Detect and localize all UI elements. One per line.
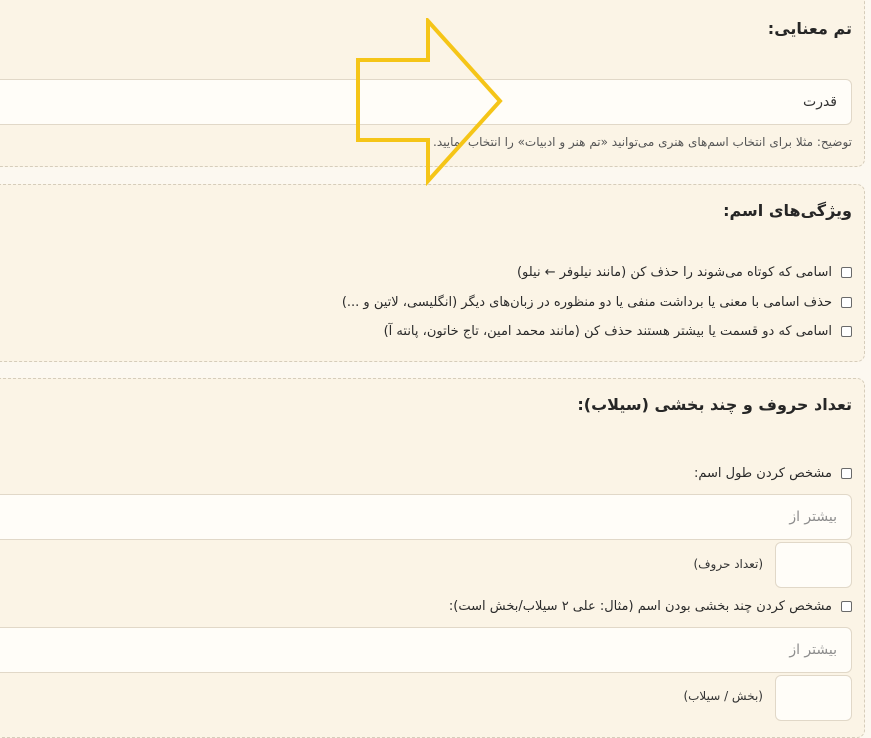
theme-title: تم معنایی: (767, 19, 852, 38)
syllable-more-than-input[interactable] (0, 627, 852, 673)
syllable-unit-label: (بخش / سیلاب) (683, 689, 763, 703)
syllable-option[interactable]: مشخص کردن چند بخشی بودن اسم (مثال: علی ۲… (449, 599, 852, 614)
features-title: ویژگی‌های اسم: (723, 201, 852, 220)
length-checkbox[interactable] (841, 468, 852, 479)
features-card: ویژگی‌های اسم: اسامی که کوتاه می‌شوند را… (0, 184, 865, 362)
option-remove-shortened[interactable]: اسامی که کوتاه می‌شوند را حذف کن (مانند … (517, 265, 852, 280)
option-remove-negative-checkbox[interactable] (841, 297, 852, 308)
option-remove-compound[interactable]: اسامی که دو قسمت یا بیشتر هستند حذف کن (… (384, 324, 852, 339)
length-more-than-input[interactable] (0, 494, 852, 540)
option-remove-compound-checkbox[interactable] (841, 326, 852, 337)
syllable-checkbox-label: مشخص کردن چند بخشی بودن اسم (مثال: علی ۲… (448, 599, 832, 614)
theme-input[interactable] (0, 79, 852, 125)
option-remove-negative-label: حذف اسامی با معنی یا برداشت منفی یا دو م… (341, 295, 832, 310)
option-remove-negative[interactable]: حذف اسامی با معنی یا برداشت منفی یا دو م… (342, 295, 852, 310)
length-card: تعداد حروف و چند بخشی (سیلاب): مشخص کردن… (0, 378, 865, 738)
length-unit-label: (تعداد حروف) (693, 557, 763, 571)
syllable-count-input[interactable] (775, 675, 852, 721)
length-option[interactable]: مشخص کردن طول اسم: (694, 466, 852, 481)
option-remove-shortened-checkbox[interactable] (841, 267, 852, 278)
theme-hint: توضیح: مثلا برای انتخاب اسم‌های هنری می‌… (433, 135, 852, 149)
option-remove-compound-label: اسامی که دو قسمت یا بیشتر هستند حذف کن (… (383, 324, 832, 339)
theme-card: تم معنایی: توضیح: مثلا برای انتخاب اسم‌ه… (0, 0, 865, 167)
option-remove-shortened-label: اسامی که کوتاه می‌شوند را حذف کن (مانند … (516, 265, 832, 280)
length-checkbox-label: مشخص کردن طول اسم: (693, 466, 832, 481)
length-title: تعداد حروف و چند بخشی (سیلاب): (577, 395, 852, 414)
syllable-checkbox[interactable] (841, 601, 852, 612)
length-count-input[interactable] (775, 542, 852, 588)
